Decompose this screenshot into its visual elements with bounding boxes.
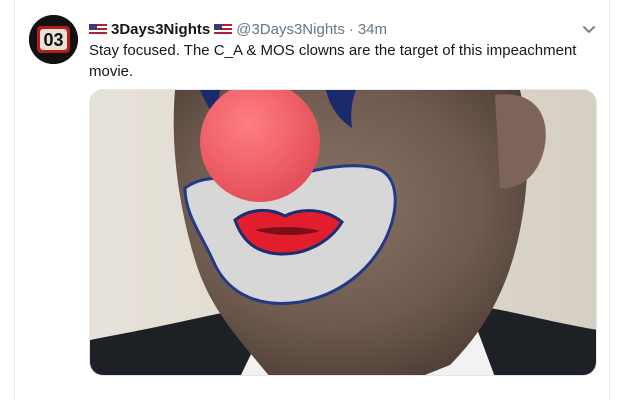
avatar[interactable]: 03	[29, 15, 78, 64]
chevron-down-icon[interactable]	[582, 22, 596, 33]
tweet-timestamp[interactable]: 34m	[358, 21, 387, 38]
separator-dot: ·	[348, 20, 354, 38]
display-name[interactable]: 3Days3Nights	[111, 21, 210, 38]
user-handle[interactable]: @3Days3Nights	[236, 21, 345, 38]
tweet-text: Stay focused. The C_A & MOS clowns are t…	[89, 42, 577, 80]
us-flag-icon	[89, 23, 107, 36]
tweet-header: 3Days3Nights @3Days3Nights · 34m	[89, 19, 387, 39]
us-flag-icon	[214, 23, 233, 36]
avatar-label: 03	[43, 30, 63, 50]
tweet-image[interactable]	[89, 89, 597, 376]
